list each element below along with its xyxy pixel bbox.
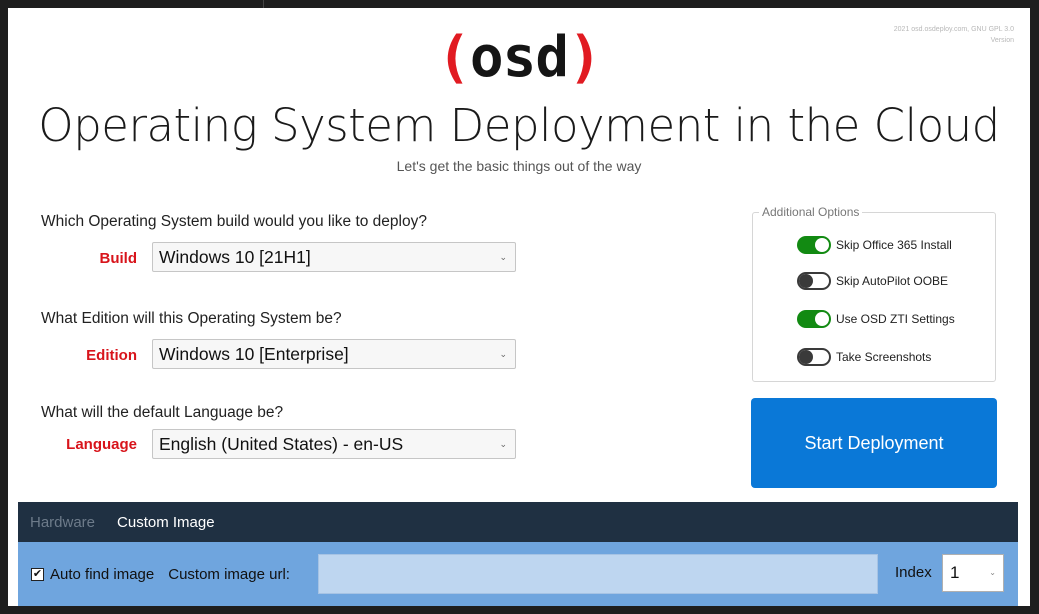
custom-image-url-label: Custom image url: — [168, 565, 290, 583]
chevron-down-icon: ⌄ — [499, 349, 507, 359]
page-title: Operating System Deployment in the Cloud — [38, 99, 1000, 152]
build-select-value: Windows 10 [21H1] — [159, 247, 311, 267]
index-select-value: 1 — [950, 563, 960, 582]
toggle-knob — [815, 238, 829, 252]
chevron-down-icon: ⌄ — [989, 568, 996, 577]
skip-autopilot-label: Skip AutoPilot OOBE — [836, 274, 949, 288]
tab-hardware[interactable]: Hardware — [30, 514, 95, 531]
skip-office-toggle[interactable] — [797, 236, 831, 254]
edition-label: Edition — [86, 347, 137, 364]
edition-question: What Edition will this Operating System … — [41, 310, 342, 327]
logo-word: osd — [469, 25, 569, 90]
chevron-down-icon: ⌄ — [499, 439, 507, 449]
checkmark-icon: ✔ — [32, 567, 43, 580]
auto-find-checkbox[interactable]: ✔ — [31, 567, 44, 581]
start-deployment-button[interactable]: Start Deployment — [751, 398, 997, 488]
additional-options-legend: Additional Options — [759, 205, 863, 219]
osd-zti-toggle[interactable] — [797, 310, 831, 328]
option-osd-zti[interactable]: Use OSD ZTI Settings — [797, 309, 955, 329]
chevron-down-icon: ⌄ — [499, 252, 507, 262]
skip-autopilot-toggle[interactable] — [797, 272, 831, 290]
index-select[interactable]: 1 ⌄ — [942, 554, 1004, 592]
language-select-value: English (United States) - en-US — [159, 434, 404, 454]
additional-options-group: Additional Options Skip Office 365 Insta… — [752, 205, 996, 382]
edition-select[interactable]: Windows 10 [Enterprise] ⌄ — [152, 339, 516, 369]
language-label: Language — [66, 436, 137, 453]
build-label: Build — [99, 250, 138, 267]
tab-bar: Hardware Custom Image — [18, 502, 1018, 542]
language-question: What will the default Language be? — [41, 404, 284, 421]
toggle-knob — [815, 312, 829, 326]
auto-find-label: Auto find image — [50, 565, 155, 583]
language-select[interactable]: English (United States) - en-US ⌄ — [152, 429, 516, 459]
option-screenshots[interactable]: Take Screenshots — [797, 347, 931, 367]
build-select[interactable]: Windows 10 [21H1] ⌄ — [152, 242, 516, 272]
tab-custom-image[interactable]: Custom Image — [117, 514, 215, 531]
osd-logo: (osd) — [8, 22, 1030, 94]
logo-paren-close: ) — [568, 25, 602, 90]
screenshots-label: Take Screenshots — [836, 350, 932, 364]
index-label: Index — [895, 564, 932, 581]
toggle-knob — [799, 350, 813, 364]
app-window: 2021 osd.osdeploy.com, GNU GPL 3.0 Versi… — [8, 8, 1030, 606]
option-skip-office[interactable]: Skip Office 365 Install — [797, 235, 952, 255]
skip-office-label: Skip Office 365 Install — [836, 238, 952, 252]
build-question: Which Operating System build would you l… — [41, 213, 427, 230]
custom-image-url-input[interactable] — [318, 554, 878, 594]
window-edge-line — [263, 0, 264, 8]
custom-image-panel: ✔ Auto find image Custom image url: Inde… — [18, 542, 1018, 606]
option-skip-autopilot[interactable]: Skip AutoPilot OOBE — [797, 271, 948, 291]
logo-paren-open: ( — [437, 25, 471, 90]
toggle-knob — [799, 274, 813, 288]
page-subtitle: Let's get the basic things out of the wa… — [396, 158, 642, 174]
edition-select-value: Windows 10 [Enterprise] — [159, 344, 349, 364]
screenshots-toggle[interactable] — [797, 348, 831, 366]
osd-zti-label: Use OSD ZTI Settings — [836, 312, 955, 326]
